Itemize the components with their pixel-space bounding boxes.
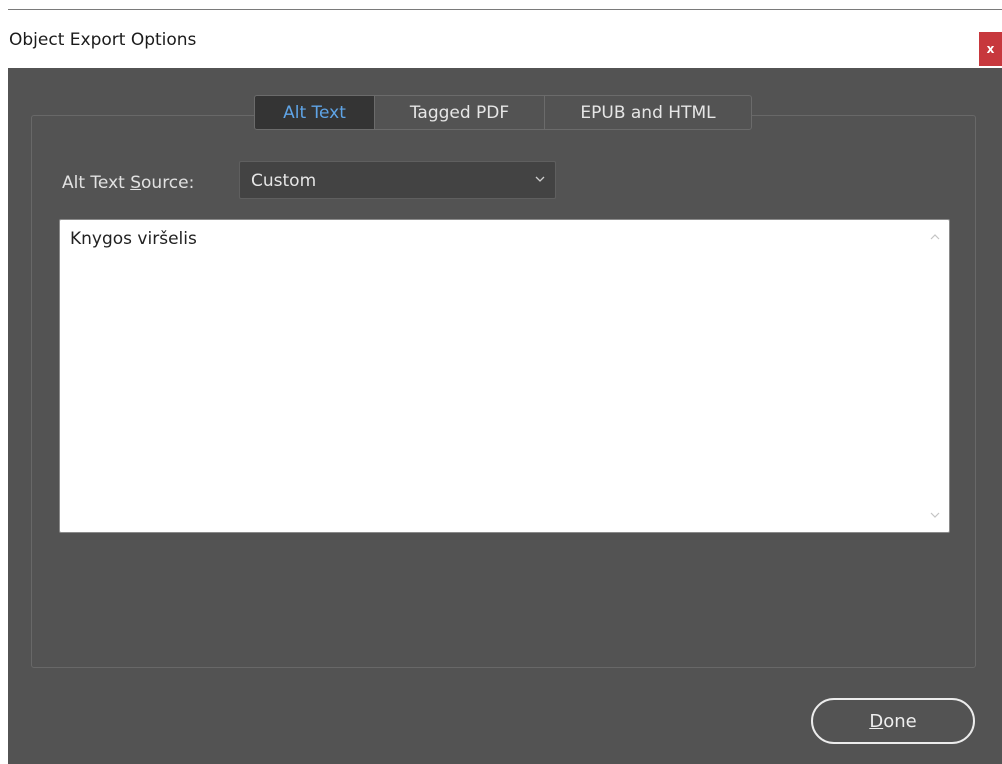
close-button[interactable]: x [979,32,1002,66]
alt-text-source-label-part1: Alt Text [62,173,131,193]
object-export-options-dialog: Object Export Options x Alt Text Tagged … [0,0,1002,764]
alt-text-source-dropdown[interactable]: Custom [239,161,556,199]
alt-text-source-label-part2: ource: [141,173,195,193]
tab-alt-text[interactable]: Alt Text [255,96,374,129]
tab-strip: Alt Text Tagged PDF EPUB and HTML [254,95,752,130]
window-title: Object Export Options [9,30,197,50]
tab-tagged-pdf[interactable]: Tagged PDF [374,96,544,129]
scroll-down-arrow-icon[interactable] [929,510,941,520]
title-bar[interactable]: Object Export Options x [0,10,1002,68]
dialog-body: Alt Text Tagged PDF EPUB and HTML Alt Te… [8,68,1002,764]
done-mnemonic: D [869,710,884,732]
chevron-down-icon [535,176,545,182]
scroll-up-arrow-icon[interactable] [929,232,941,242]
done-button[interactable]: Done [811,698,975,744]
done-label-rest: one [883,710,917,732]
alt-text-source-value: Custom [251,171,317,191]
close-icon: x [986,42,995,56]
alt-text-textarea[interactable]: Knygos viršelis [59,219,950,533]
alt-text-source-mnemonic: S [130,173,142,193]
done-button-label: Done [869,711,916,732]
alt-text-value: Knygos viršelis [70,229,197,249]
tab-epub-and-html[interactable]: EPUB and HTML [544,96,751,129]
alt-text-source-label: Alt Text Source: [62,172,194,194]
